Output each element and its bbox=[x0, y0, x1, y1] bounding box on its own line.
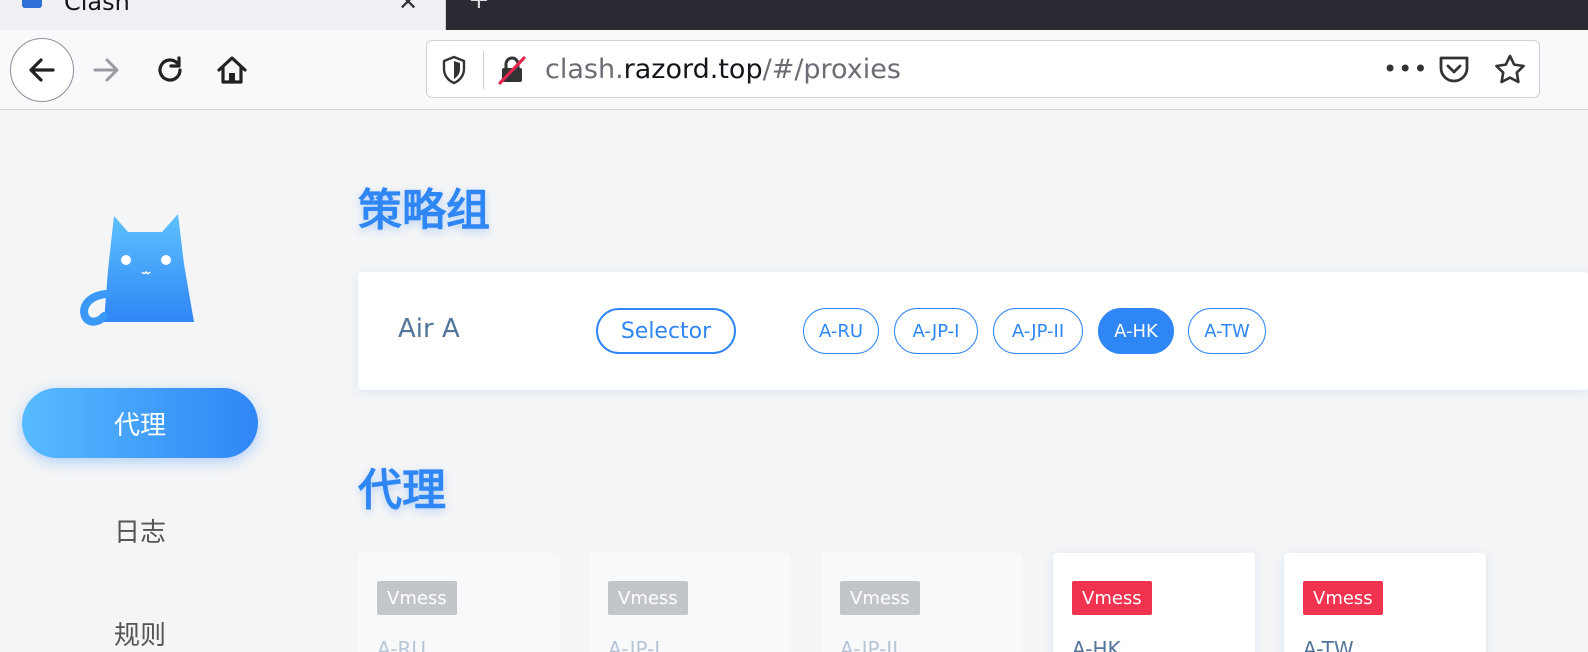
group-option-a-jp-ii[interactable]: A-JP-II bbox=[993, 308, 1083, 354]
group-option-a-jp-i[interactable]: A-JP-I bbox=[894, 308, 978, 354]
tab-title: Clash bbox=[64, 0, 130, 16]
tracking-shield-icon[interactable] bbox=[441, 55, 467, 85]
forward-button[interactable] bbox=[74, 38, 138, 102]
proxy-name: A-RU bbox=[377, 637, 426, 652]
policy-groups-title: 策略组 bbox=[358, 185, 490, 236]
url-domain: razord.top bbox=[623, 54, 763, 85]
pocket-icon[interactable] bbox=[1437, 54, 1471, 86]
proxy-type-tag: Vmess bbox=[377, 581, 457, 615]
sidebar: 代理 日志 规则 bbox=[0, 110, 280, 652]
browser-tab[interactable]: Clash ✕ bbox=[0, 0, 446, 30]
sidebar-item-proxies[interactable]: 代理 bbox=[22, 388, 258, 458]
group-option-a-tw[interactable]: A-TW bbox=[1188, 308, 1266, 354]
page-actions-menu-button[interactable]: ••• bbox=[1383, 55, 1428, 83]
proxy-card-a-jp-ii[interactable]: Vmess A-JP-II bbox=[821, 553, 1023, 652]
main-content: 策略组 Air A Selector A-RU A-JP-I A-JP-II A… bbox=[358, 110, 1588, 652]
new-tab-icon[interactable]: + bbox=[468, 0, 490, 13]
clash-favicon-icon bbox=[22, 0, 42, 8]
group-name: Air A bbox=[398, 314, 460, 344]
proxy-name: A-JP-I bbox=[608, 637, 661, 652]
url-text[interactable]: clash.razord.top/#/proxies bbox=[545, 54, 901, 86]
sidebar-item-logs[interactable]: 日志 bbox=[22, 495, 258, 565]
arrow-right-icon bbox=[93, 58, 119, 82]
address-bar[interactable]: clash.razord.top/#/proxies ••• bbox=[426, 40, 1540, 98]
proxy-card-a-tw[interactable]: Vmess A-TW bbox=[1284, 553, 1486, 652]
sidebar-item-rules[interactable]: 规则 bbox=[22, 598, 258, 652]
reload-icon bbox=[158, 56, 182, 82]
bookmark-star-icon[interactable] bbox=[1493, 53, 1527, 87]
clash-cat-logo bbox=[80, 214, 194, 326]
proxy-type-tag: Vmess bbox=[1303, 581, 1383, 615]
proxy-card-a-jp-i[interactable]: Vmess A-JP-I bbox=[589, 553, 791, 652]
arrow-left-icon bbox=[29, 58, 55, 82]
url-prefix: clash. bbox=[545, 54, 624, 85]
proxy-type-tag: Vmess bbox=[608, 581, 688, 615]
clash-dashboard: 代理 日志 规则 策略组 Air A Selector A-RU A-JP-I … bbox=[0, 110, 1588, 652]
proxy-name: A-TW bbox=[1303, 637, 1354, 652]
proxy-card-a-ru[interactable]: Vmess A-RU bbox=[358, 553, 560, 652]
back-button[interactable] bbox=[10, 38, 74, 102]
proxy-type-tag: Vmess bbox=[840, 581, 920, 615]
proxy-name: A-JP-II bbox=[840, 637, 899, 652]
proxy-type-tag: Vmess bbox=[1072, 581, 1152, 615]
home-icon bbox=[217, 56, 247, 84]
tab-strip: Clash ✕ + bbox=[0, 0, 1588, 30]
urlbar-divider bbox=[483, 51, 484, 89]
group-option-a-ru[interactable]: A-RU bbox=[803, 308, 879, 354]
proxy-name: A-HK bbox=[1072, 637, 1121, 652]
proxy-group-card: Air A Selector A-RU A-JP-I A-JP-II A-HK … bbox=[358, 272, 1588, 390]
navigation-toolbar: clash.razord.top/#/proxies ••• bbox=[0, 30, 1588, 110]
reload-button[interactable] bbox=[138, 38, 202, 102]
close-tab-icon[interactable]: ✕ bbox=[398, 0, 418, 14]
insecure-lock-icon[interactable] bbox=[497, 55, 527, 85]
proxies-title: 代理 bbox=[358, 465, 446, 516]
home-button[interactable] bbox=[200, 38, 264, 102]
url-path: /#/proxies bbox=[762, 54, 901, 85]
proxy-card-a-hk[interactable]: Vmess A-HK bbox=[1053, 553, 1255, 652]
group-type-badge: Selector bbox=[596, 308, 736, 354]
group-option-a-hk[interactable]: A-HK bbox=[1098, 308, 1174, 354]
